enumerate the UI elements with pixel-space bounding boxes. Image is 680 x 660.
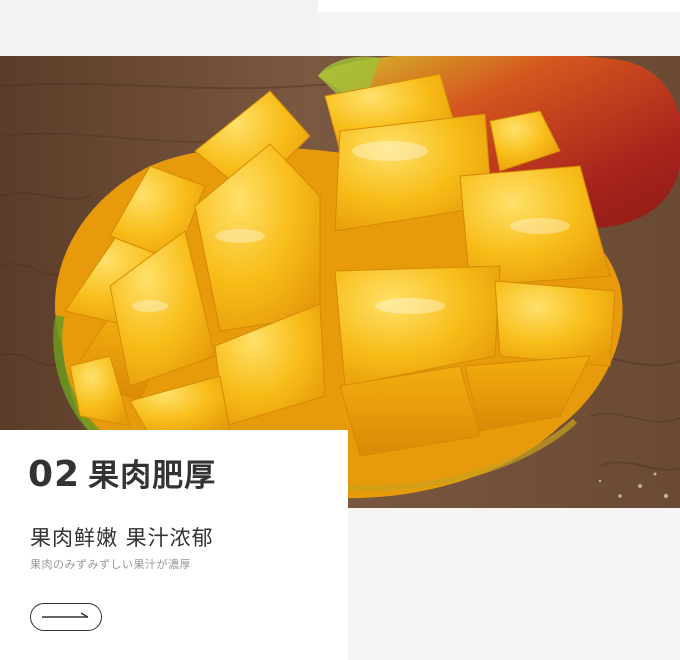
- feature-subtitle: 果肉鲜嫩 果汁浓郁: [30, 526, 214, 550]
- product-feature-section: 02 果肉肥厚 果肉鲜嫩 果汁浓郁 果肉のみずみずしい果汁が濃厚: [0, 0, 680, 660]
- feature-title: 果肉肥厚: [88, 458, 217, 494]
- feature-caption-card: 02 果肉肥厚 果肉鲜嫩 果汁浓郁 果肉のみずみずしい果汁が濃厚: [0, 430, 348, 660]
- top-spacer-right: [318, 12, 680, 56]
- long-arrow-right-icon: [42, 612, 89, 618]
- next-arrow-button[interactable]: [30, 603, 102, 631]
- top-spacer: [0, 0, 318, 56]
- feature-heading: 02 果肉肥厚: [28, 450, 216, 495]
- top-divider: [318, 0, 680, 12]
- feature-number: 02: [28, 454, 81, 495]
- feature-note: 果肉のみずみずしい果汁が濃厚: [30, 558, 191, 571]
